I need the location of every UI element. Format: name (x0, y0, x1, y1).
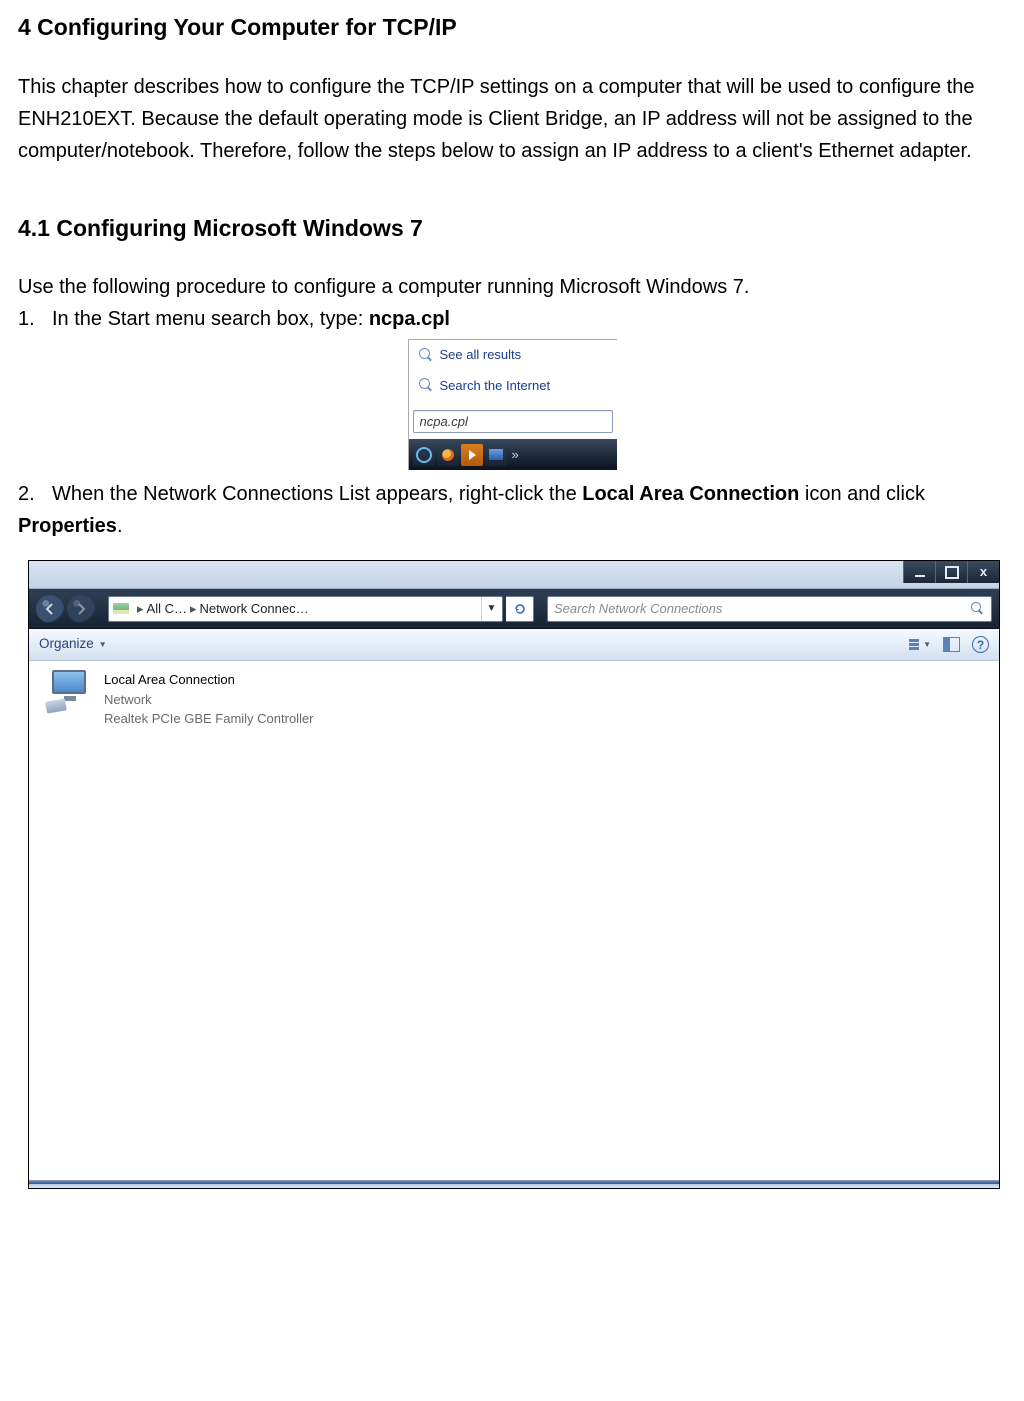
window-titlebar: x (29, 561, 999, 589)
arrow-right-icon (75, 603, 87, 615)
taskbar-media-icon[interactable] (461, 444, 483, 466)
explorer-navbar: ▸ All C… ▸ Network Connec… ▼ Search Netw… (29, 589, 999, 629)
organize-label: Organize (39, 634, 94, 654)
search-icon (419, 378, 433, 392)
figure-network-connections-window: x ▸ All C… ▸ Network Connec… ▼ Search Ne… (28, 560, 1000, 1189)
step-2-post: . (117, 515, 123, 537)
view-options-button[interactable]: ▼ (909, 639, 931, 651)
search-result-see-all[interactable]: See all results (409, 340, 617, 371)
section-lead: Use the following procedure to configure… (18, 271, 1006, 303)
step-1-command: ncpa.cpl (369, 308, 450, 330)
taskbar-ie-icon[interactable] (413, 444, 435, 466)
address-bar[interactable]: ▸ All C… ▸ Network Connec… ▼ (108, 596, 503, 622)
start-search-input[interactable] (413, 410, 613, 433)
close-button[interactable]: x (967, 561, 999, 583)
chapter-title: 4 Configuring Your Computer for TCP/IP (18, 10, 1006, 45)
local-area-connection-item[interactable]: Local Area Connection Network Realtek PC… (30, 662, 370, 737)
refresh-button[interactable] (506, 596, 534, 622)
step-2-bold-2: Properties (18, 515, 117, 537)
step-1-number: 1. (18, 303, 52, 335)
chevron-down-icon: ▼ (923, 639, 931, 651)
breadcrumb-sep-icon: ▸ (187, 599, 200, 619)
search-internet-label: Search the Internet (440, 376, 551, 396)
help-button[interactable]: ? (972, 636, 989, 653)
window-controls: x (903, 561, 999, 583)
connection-device: Realtek PCIe GBE Family Controller (104, 709, 314, 729)
step-2-number: 2. (18, 478, 52, 510)
step-2-mid: icon and click (799, 483, 925, 505)
search-result-internet[interactable]: Search the Internet (409, 371, 617, 402)
search-placeholder: Search Network Connections (554, 599, 722, 619)
step-2-bold-1: Local Area Connection (582, 483, 799, 505)
minimize-button[interactable] (903, 561, 935, 583)
location-folder-icon (112, 600, 130, 617)
step-2: 2.When the Network Connections List appe… (18, 478, 1006, 542)
step-1-text: In the Start menu search box, type: (52, 308, 369, 330)
organize-menu[interactable]: Organize (39, 634, 107, 654)
arrow-left-icon (44, 603, 56, 615)
window-bottom-edge (29, 1180, 999, 1188)
search-box[interactable]: Search Network Connections (547, 596, 992, 622)
taskbar-overflow-icon[interactable]: » (509, 445, 522, 465)
view-list-icon (909, 639, 919, 650)
maximize-button[interactable] (935, 561, 967, 583)
start-search-container (409, 402, 617, 435)
taskbar-firefox-icon[interactable] (437, 444, 459, 466)
search-icon (971, 602, 985, 616)
connection-status: Network (104, 690, 314, 710)
chapter-intro: This chapter describes how to configure … (18, 71, 1006, 167)
see-all-label: See all results (440, 345, 522, 365)
forward-button[interactable] (67, 595, 95, 623)
refresh-icon (513, 602, 527, 616)
taskbar-explorer-icon[interactable] (485, 444, 507, 466)
address-dropdown-icon[interactable]: ▼ (481, 597, 501, 621)
breadcrumb-sep-icon: ▸ (134, 599, 147, 619)
section-title: 4.1 Configuring Microsoft Windows 7 (18, 211, 1006, 246)
preview-pane-button[interactable] (943, 637, 960, 652)
taskbar: » (409, 439, 617, 470)
connection-title: Local Area Connection (104, 670, 314, 690)
back-button[interactable] (36, 595, 64, 623)
connection-text: Local Area Connection Network Realtek PC… (104, 670, 314, 729)
step-1: 1.In the Start menu search box, type: nc… (18, 303, 1006, 335)
step-2-pre: When the Network Connections List appear… (52, 483, 582, 505)
explorer-body: Local Area Connection Network Realtek PC… (30, 662, 998, 1180)
breadcrumb-seg-1[interactable]: All C… (147, 599, 187, 619)
breadcrumb-seg-2[interactable]: Network Connec… (200, 599, 309, 619)
network-adapter-icon (46, 670, 96, 712)
figure-start-menu-search: See all results Search the Internet » (408, 339, 617, 470)
search-icon (419, 348, 433, 362)
explorer-toolbar: Organize ▼ ? (29, 629, 999, 661)
